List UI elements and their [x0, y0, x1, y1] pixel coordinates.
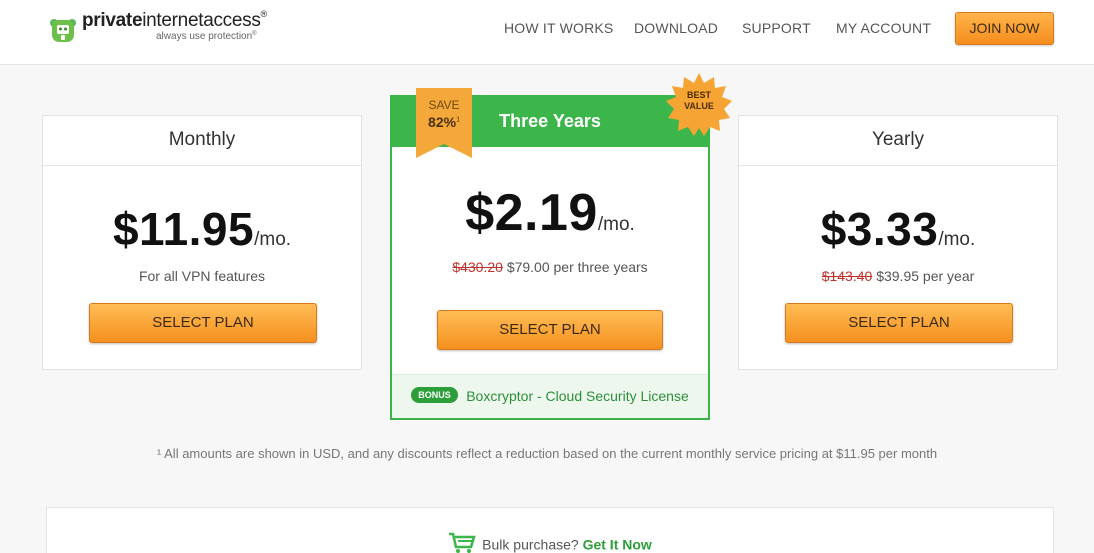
- save-label: SAVE: [428, 98, 460, 112]
- plan-card-yearly: Yearly $3.33/mo. $143.40 $39.95 per year…: [738, 115, 1058, 370]
- save-ribbon: SAVE 82%1: [416, 88, 472, 158]
- brand-logo[interactable]: privateinternetaccess® always use protec…: [48, 9, 288, 50]
- plan-card-monthly: Monthly $11.95/mo. For all VPN features …: [42, 115, 362, 370]
- nav-download[interactable]: DOWNLOAD: [634, 20, 718, 36]
- plan-note: For all VPN features: [138, 268, 266, 284]
- site-header: privateinternetaccess® always use protec…: [0, 0, 1094, 65]
- nav-support[interactable]: SUPPORT: [742, 20, 811, 36]
- bulk-question: Bulk purchase?: [482, 536, 579, 553]
- plan-billing: $143.40 $39.95 per year: [821, 268, 975, 284]
- bonus-text: Boxcryptor - Cloud Security License: [466, 388, 689, 404]
- save-percent: 82%1: [428, 114, 460, 130]
- brand-name: privateinternetaccess®: [82, 9, 267, 31]
- plan-price: $3.33/mo.: [820, 203, 976, 255]
- join-now-button[interactable]: JOIN NOW: [955, 12, 1054, 45]
- get-it-now-link[interactable]: Get It Now: [583, 537, 652, 553]
- best-value-text: BEST VALUE: [684, 90, 714, 111]
- select-plan-three-years-button[interactable]: SELECT PLAN: [437, 310, 663, 350]
- bulk-purchase-row: Bulk purchase? Get It Now: [47, 532, 1053, 553]
- pricing-footnote: ¹ All amounts are shown in USD, and any …: [156, 446, 938, 461]
- plan-billing: $430.20 $79.00 per three years: [452, 259, 648, 275]
- nav-how-it-works[interactable]: HOW IT WORKS: [504, 20, 613, 36]
- bulk-purchase-panel: Bulk purchase? Get It Now: [46, 507, 1054, 553]
- plan-price: $2.19/mo.: [465, 184, 635, 242]
- nav-my-account[interactable]: MY ACCOUNT: [836, 20, 931, 36]
- plan-price: $11.95/mo.: [112, 203, 292, 255]
- bonus-badge: BONUS: [411, 386, 458, 403]
- plan-card-three-years: Three Years SAVE 82%1 BEST VALUE $2.19/m…: [390, 73, 732, 420]
- brand-tagline: always use protection®: [156, 31, 257, 42]
- select-plan-yearly-button[interactable]: SELECT PLAN: [785, 303, 1013, 343]
- cart-icon: [449, 532, 476, 553]
- best-value-badge: BEST VALUE: [666, 71, 732, 137]
- bonus-bar: BONUS Boxcryptor - Cloud Security Licens…: [392, 374, 708, 418]
- select-plan-monthly-button[interactable]: SELECT PLAN: [89, 303, 317, 343]
- plan-title: Yearly: [739, 116, 1057, 166]
- plan-title: Monthly: [43, 116, 361, 166]
- pia-shield-logo-icon: [50, 19, 76, 42]
